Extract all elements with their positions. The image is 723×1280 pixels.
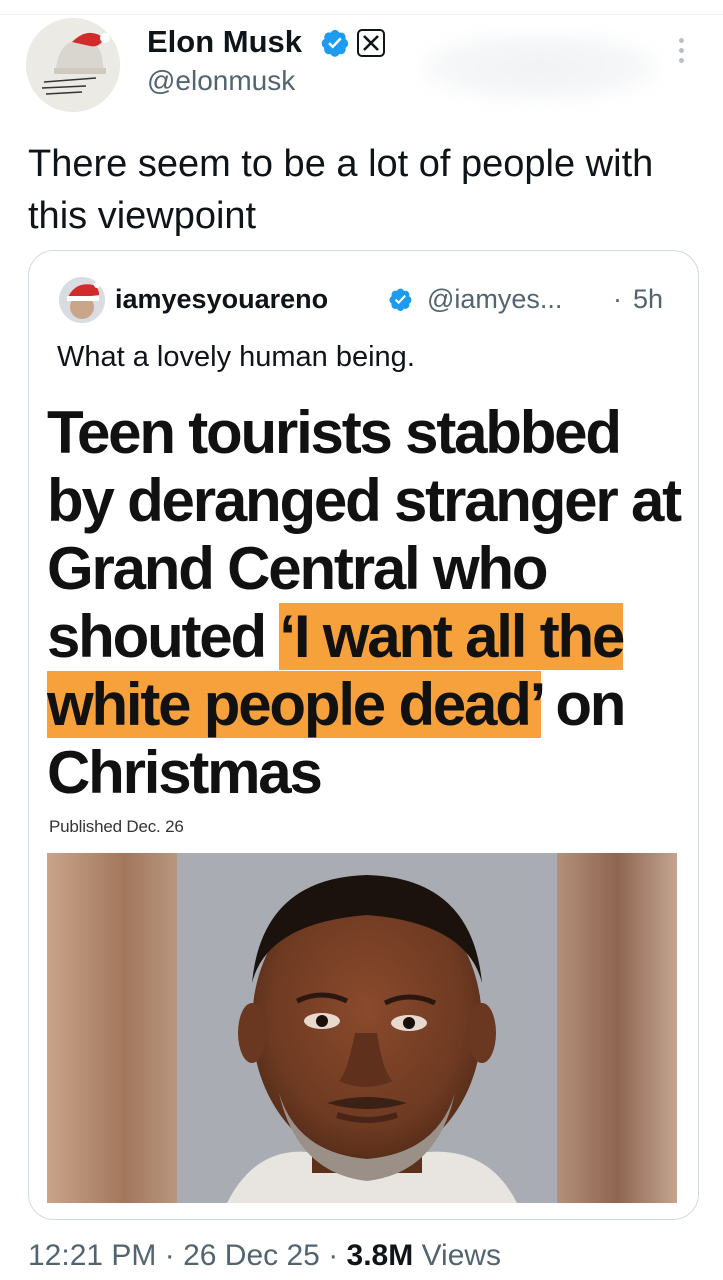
verified-badge-icon xyxy=(321,29,349,57)
meta-separator: · xyxy=(319,1239,347,1272)
top-divider xyxy=(0,14,723,15)
quoted-timestamp[interactable]: 5h xyxy=(633,281,663,317)
quoted-author-handle[interactable]: @iamyes... xyxy=(427,281,562,317)
article-screenshot[interactable]: Teen tourists stabbed by deranged strang… xyxy=(29,393,698,1219)
author-handle[interactable]: @elonmusk xyxy=(147,62,295,100)
redacted-area xyxy=(420,32,660,102)
tweet-meta: 12:21 PM · 26 Dec 25 · 3.8M Views xyxy=(28,1236,501,1276)
x-logo-icon xyxy=(357,29,385,57)
more-options-icon[interactable] xyxy=(676,38,686,68)
quoted-author-name[interactable]: iamyesyouareno xyxy=(115,281,328,317)
views-count[interactable]: 3.8M xyxy=(347,1239,414,1272)
views-label[interactable]: Views xyxy=(413,1239,502,1272)
verified-badge-icon xyxy=(389,288,412,311)
meta-separator: · xyxy=(156,1239,184,1272)
quoted-author-avatar[interactable] xyxy=(59,277,105,323)
quoted-tweet-card[interactable]: iamyesyouareno @iamyes... · 5h What a lo… xyxy=(28,250,699,1220)
author-avatar[interactable] xyxy=(26,18,120,112)
article-headline: Teen tourists stabbed by deranged strang… xyxy=(47,399,687,807)
author-name[interactable]: Elon Musk xyxy=(147,22,302,62)
meta-separator: · xyxy=(613,284,622,314)
tweet-text: There seem to be a lot of people with th… xyxy=(28,143,654,237)
article-photo xyxy=(47,853,677,1203)
article-published-date: Published Dec. 26 xyxy=(49,817,184,836)
tweet-time[interactable]: 12:21 PM xyxy=(28,1239,156,1272)
tweet-date[interactable]: 26 Dec 25 xyxy=(183,1239,320,1272)
quoted-text: What a lovely human being. xyxy=(57,341,415,373)
